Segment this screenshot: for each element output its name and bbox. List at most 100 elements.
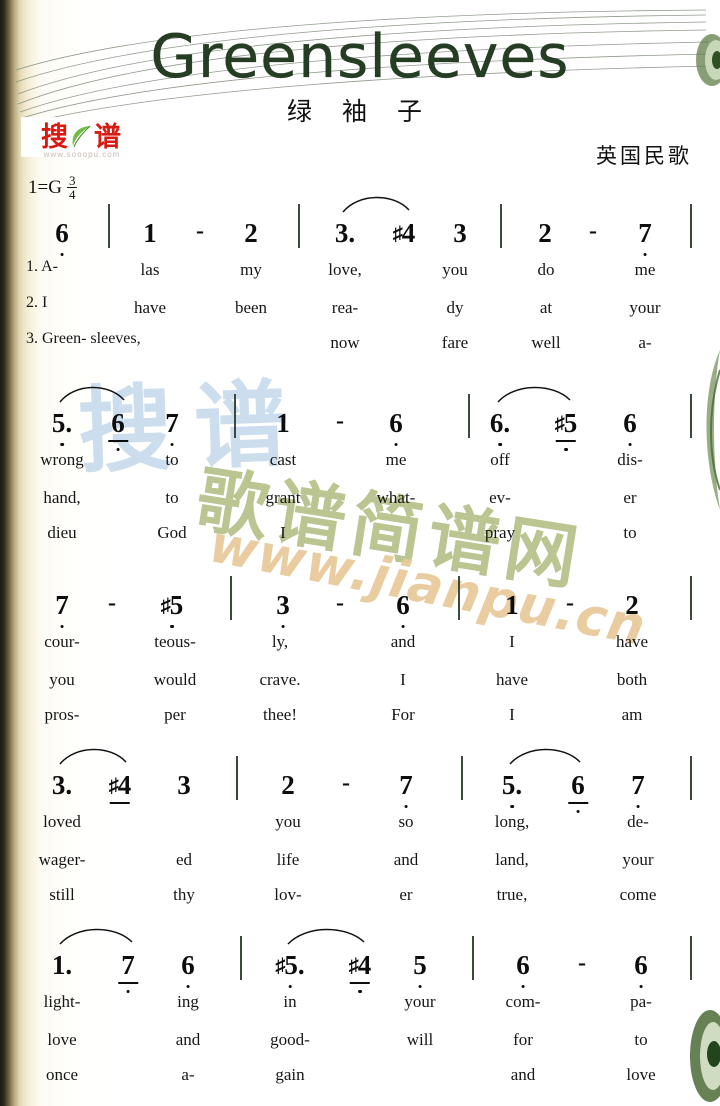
- octave-down-dot: [170, 624, 174, 628]
- note-number: 6: [623, 408, 637, 446]
- lyric-syllable: crave.: [259, 670, 301, 689]
- octave-down-dot: [116, 447, 120, 451]
- slur-mark: [58, 744, 128, 771]
- time-signature: 3 4: [66, 173, 78, 202]
- note-digit: -: [342, 770, 350, 796]
- lyric-syllable: my: [240, 260, 262, 279]
- lyric-syllable: good-: [270, 1030, 310, 1049]
- lyric-syllable: once: [45, 1065, 79, 1084]
- note-digit: 6: [389, 408, 403, 438]
- lyric-syllable: you: [49, 670, 75, 689]
- note-digit: 6: [111, 408, 125, 438]
- lyric-syllable: com-: [505, 992, 541, 1011]
- note-number: 2: [281, 770, 295, 801]
- octave-down-dot: [418, 984, 422, 988]
- barline: [468, 394, 470, 438]
- note-digit: 3: [453, 218, 467, 248]
- lyric-syllable: I: [509, 705, 515, 724]
- barline: [472, 936, 474, 980]
- augmentation-dot: .: [297, 950, 305, 980]
- octave-down-dot: [510, 804, 514, 808]
- note-number: 5.: [502, 770, 523, 808]
- note-digit: 5: [169, 590, 184, 620]
- note-number: 6: [389, 408, 403, 446]
- lyric-syllable: wager-: [38, 850, 86, 869]
- eighth-note-beam: [118, 982, 138, 984]
- note-number: 3.: [335, 218, 355, 249]
- lyric-syllable: a-: [181, 1065, 195, 1084]
- lyric-syllable: at: [539, 298, 553, 317]
- note-sustain-dash: -: [108, 590, 116, 617]
- note-digit: 7: [165, 408, 179, 438]
- note-number: 3: [453, 218, 467, 249]
- time-numerator: 3: [66, 173, 78, 189]
- lyric-syllable: your: [622, 850, 654, 869]
- note-digit: -: [108, 590, 116, 616]
- note-digit: -: [566, 590, 574, 616]
- note-digit: -: [336, 408, 344, 434]
- note-digit: 6: [623, 408, 637, 438]
- note-digit: 1: [276, 408, 290, 438]
- note-number: 3.: [52, 770, 72, 801]
- note-number: ♯5: [161, 590, 184, 628]
- lyric-syllable: pros-: [44, 705, 80, 724]
- note-digit: 1: [51, 950, 66, 980]
- eighth-note-beam: [556, 440, 576, 442]
- note-number: ♯5.: [275, 950, 305, 988]
- key-label: 1=G: [28, 176, 62, 198]
- note-digit: 6: [571, 770, 585, 800]
- octave-down-dot: [170, 442, 174, 446]
- lyric-syllable: las: [140, 260, 160, 279]
- note-digit: 2: [281, 770, 295, 800]
- lyric-syllable: and: [510, 1065, 536, 1084]
- lyric-syllable: thy: [173, 885, 195, 904]
- octave-down-dot: [126, 989, 130, 993]
- note-number: 1: [276, 408, 290, 439]
- lyric-syllable: pray: [484, 523, 516, 542]
- note-digit: 5: [413, 950, 427, 980]
- lyric-syllable: will: [406, 1030, 434, 1049]
- lyric-syllable: your: [629, 298, 661, 317]
- logo-url: www.sooopu.com: [43, 150, 121, 159]
- lyric-syllable: pa-: [630, 992, 652, 1011]
- note-number: 7: [165, 408, 179, 446]
- slur-mark: [496, 382, 572, 409]
- note-digit: 7: [631, 770, 645, 800]
- note-number: 6.: [490, 408, 510, 446]
- octave-down-dot: [281, 624, 285, 628]
- note-number: 7: [55, 590, 69, 628]
- lyric-syllable: ed: [175, 850, 193, 869]
- lyric-syllable: I: [509, 632, 515, 651]
- augmentation-dot: .: [515, 770, 523, 800]
- note-number: 3: [276, 590, 290, 628]
- barline: [234, 394, 236, 438]
- note-digit: 6: [516, 950, 530, 980]
- note-number: 7: [399, 770, 413, 808]
- barline: [690, 204, 692, 248]
- octave-down-dot: [60, 624, 64, 628]
- lyric-syllable: and: [175, 1030, 201, 1049]
- lyric-syllable: now: [330, 333, 360, 352]
- lyric-syllable: loved: [43, 812, 81, 831]
- barline: [690, 394, 692, 438]
- note-number: 6: [55, 218, 69, 256]
- lyric-syllable: a-: [638, 333, 652, 352]
- note-number: 2: [244, 218, 258, 249]
- barline: [298, 204, 300, 248]
- barline: [240, 936, 242, 980]
- lyric-syllable: er: [623, 488, 637, 507]
- lyric-syllable: and: [393, 850, 419, 869]
- composer-credit: 英国民歌: [596, 144, 692, 168]
- barline: [461, 756, 463, 800]
- note-digit: 6: [634, 950, 648, 980]
- lyric-syllable: both: [616, 670, 648, 689]
- note-digit: 6: [55, 218, 69, 248]
- lyric-syllable: er: [399, 885, 413, 904]
- lyric-syllable: would: [153, 670, 197, 689]
- lyric-syllable: me: [634, 260, 656, 279]
- note-digit: 4: [117, 770, 132, 800]
- lyric-syllable: me: [385, 450, 407, 469]
- octave-down-dot: [394, 442, 398, 446]
- lyric-syllable: been: [234, 298, 268, 317]
- slur-mark: [286, 924, 366, 951]
